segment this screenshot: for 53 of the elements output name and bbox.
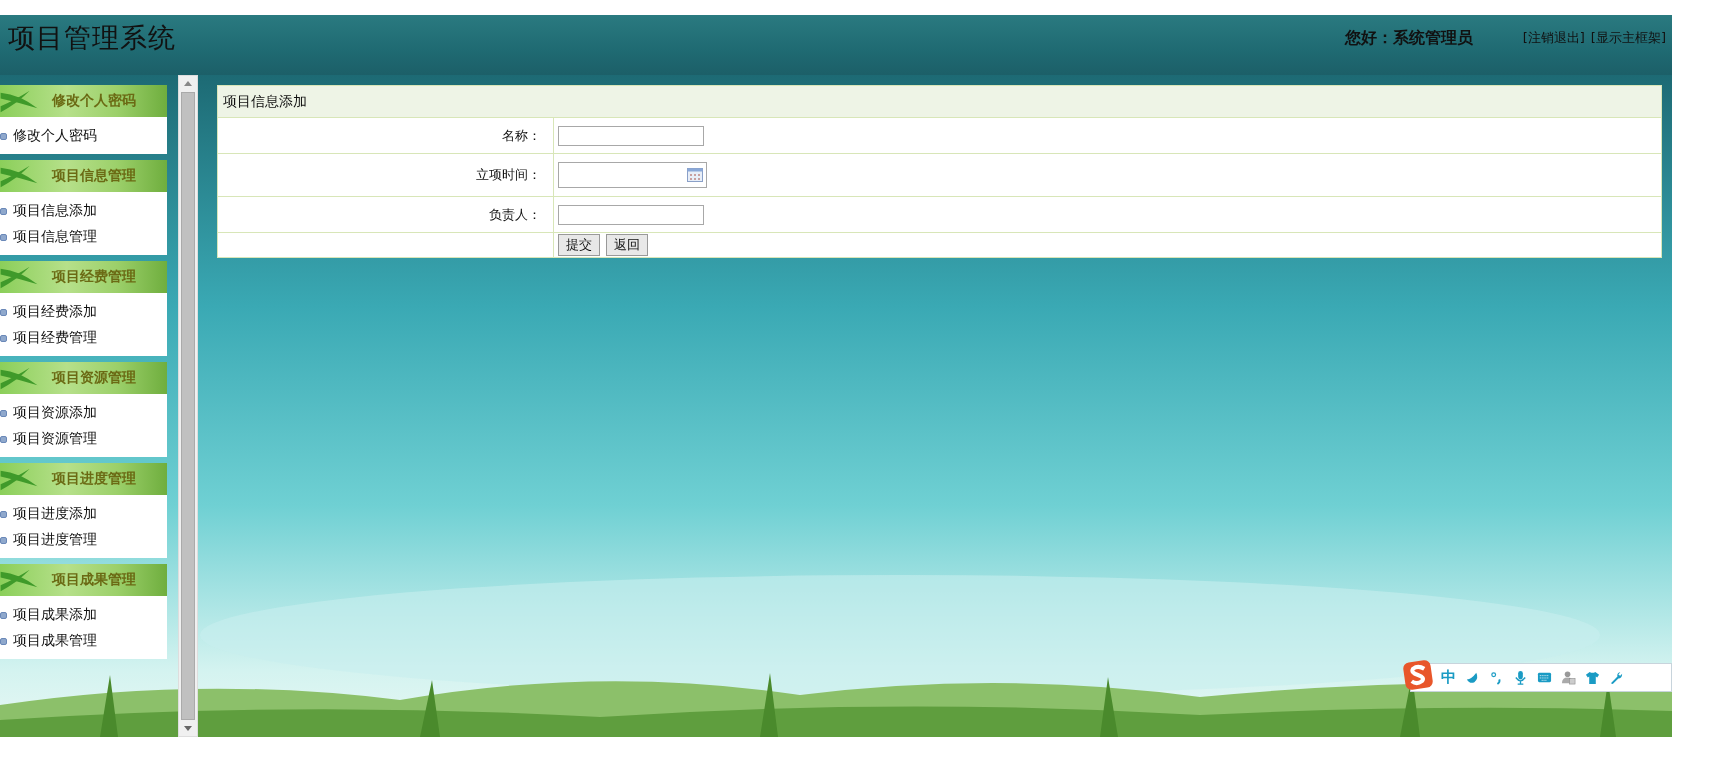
form-title: 项目信息添加 <box>217 85 1662 118</box>
shirt-icon[interactable] <box>1585 670 1600 685</box>
date-field[interactable] <box>558 162 707 188</box>
scrollbar[interactable] <box>178 75 198 737</box>
keyboard-icon[interactable] <box>1537 670 1552 685</box>
bullet-icon <box>0 132 7 140</box>
menu-group-header[interactable]: 项目资源管理 <box>0 362 167 394</box>
menu-group-title: 项目进度管理 <box>50 470 136 488</box>
menu-group-title: 项目资源管理 <box>50 369 136 387</box>
menu-item[interactable]: 项目成果管理 <box>13 632 97 650</box>
bullet-icon <box>0 334 7 342</box>
field-label: 立项时间： <box>217 153 554 197</box>
calendar-icon[interactable] <box>687 168 703 182</box>
field-label: 负责人： <box>217 196 554 233</box>
menu-group-header[interactable]: 项目进度管理 <box>0 463 167 495</box>
input-field[interactable] <box>558 204 704 225</box>
menu-item[interactable]: 项目信息添加 <box>13 202 97 220</box>
menu-group-header[interactable]: 项目经费管理 <box>0 261 167 293</box>
input-field[interactable] <box>558 125 704 146</box>
menu-item[interactable]: 项目资源添加 <box>13 404 97 422</box>
menu-group-title: 项目经费管理 <box>50 268 136 286</box>
microphone-icon[interactable] <box>1513 670 1528 685</box>
bullet-icon <box>0 207 7 215</box>
menu-item[interactable]: 项目进度添加 <box>13 505 97 523</box>
menu-group-title: 修改个人密码 <box>50 92 136 110</box>
app-title: 项目管理系统 <box>8 21 176 55</box>
wrench-icon[interactable] <box>1609 670 1624 685</box>
menu-group-header[interactable]: 项目信息管理 <box>0 160 167 192</box>
menu-item[interactable]: 项目信息管理 <box>13 228 97 246</box>
greeting-text: 您好：系统管理员 <box>1344 27 1473 49</box>
menu-item[interactable]: 项目经费管理 <box>13 329 97 347</box>
bullet-icon <box>0 536 7 544</box>
user-icon[interactable] <box>1561 670 1576 685</box>
bullet-icon <box>0 435 7 443</box>
menu-item[interactable]: 项目资源管理 <box>13 430 97 448</box>
menu-group-title: 项目成果管理 <box>50 571 136 589</box>
ime-logo-icon[interactable] <box>1403 660 1433 690</box>
form-button[interactable]: 提交 <box>558 234 600 256</box>
menu-item[interactable]: 项目经费添加 <box>13 303 97 321</box>
bullet-icon <box>0 510 7 518</box>
menu-group-title: 项目信息管理 <box>50 167 136 185</box>
bullet-icon <box>0 611 7 619</box>
scroll-thumb[interactable] <box>181 92 195 720</box>
bullet-icon <box>0 637 7 645</box>
bullet-icon <box>0 308 7 316</box>
menu-item[interactable]: 项目成果添加 <box>13 606 97 624</box>
field-label: 名称： <box>217 117 554 154</box>
bullet-icon <box>0 233 7 241</box>
menu-group-header[interactable]: 项目成果管理 <box>0 564 167 596</box>
menu-group-header[interactable]: 修改个人密码 <box>0 85 167 117</box>
bullet-icon <box>0 409 7 417</box>
form-button[interactable]: 返回 <box>606 234 648 256</box>
menu-item[interactable]: 项目进度管理 <box>13 531 97 549</box>
